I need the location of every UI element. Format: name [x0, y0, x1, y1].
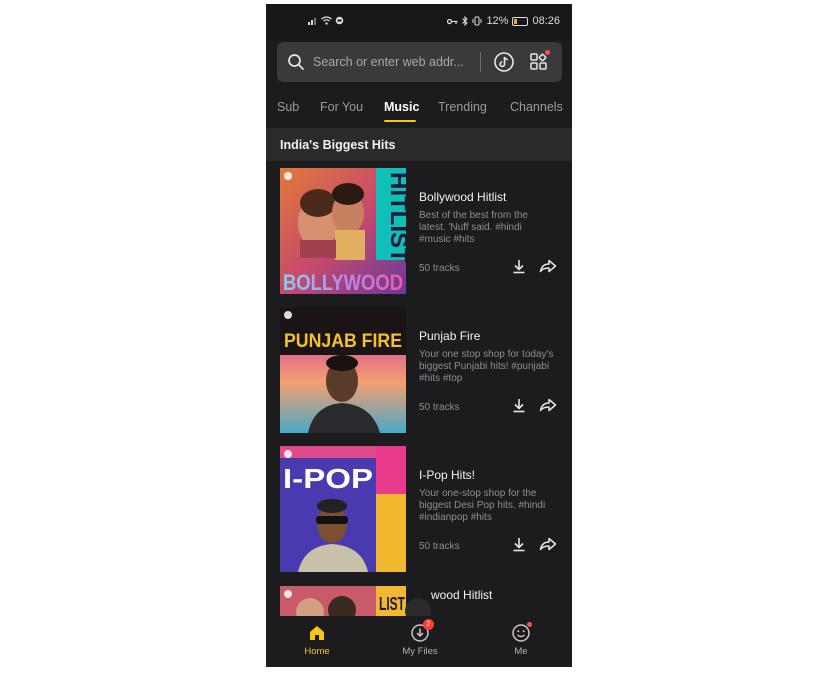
tab-sub[interactable]: Sub: [277, 100, 299, 114]
bluetooth-icon: [462, 16, 469, 26]
status-time: 08:26: [532, 15, 560, 27]
active-tab-indicator: [384, 120, 416, 122]
search-input[interactable]: Search or enter web addr...: [313, 55, 464, 69]
playlist-description: Best of the best from the latest. 'Nuff …: [419, 210, 528, 245]
playlist-title[interactable]: Bollywood Hitlist: [419, 190, 506, 204]
playlist-description: Your one-stop shop for the biggest Desi …: [419, 488, 546, 523]
share-icon[interactable]: [539, 398, 557, 412]
home-icon: [310, 626, 324, 640]
nav-my-files-label: My Files: [402, 646, 438, 657]
playlist-cover[interactable]: PUNJAB FIRE: [280, 307, 406, 433]
apps-button[interactable]: [529, 50, 551, 74]
nav-home-label: Home: [304, 646, 330, 657]
apps-grid-icon: [530, 53, 547, 70]
nav-home[interactable]: Home: [287, 624, 347, 657]
tab-channels[interactable]: Channels: [510, 100, 563, 114]
tiktok-icon[interactable]: [493, 51, 515, 73]
nav-my-files[interactable]: 2 My Files: [390, 619, 450, 657]
battery-icon: [512, 16, 529, 26]
wifi-icon: [321, 16, 332, 25]
playlist-title[interactable]: Punjab Fire: [419, 329, 480, 343]
playlist-item[interactable]: HITLIST BOLLYWOOD Bollywood Hitlist Best…: [266, 168, 572, 294]
nav-me-label: Me: [514, 646, 528, 657]
share-icon[interactable]: [539, 537, 557, 551]
share-icon[interactable]: [539, 259, 557, 273]
phone-screen: 12% 08:26 Search or enter web addr... Su…: [266, 4, 572, 667]
cover-side-text: LIST: [379, 594, 405, 614]
download-icon[interactable]: [511, 536, 527, 552]
cover-art: I-POP: [280, 446, 406, 572]
playlist-item[interactable]: PUNJAB FIRE Punjab Fire Your one stop sh…: [266, 307, 572, 433]
playlist-item[interactable]: I-POP I-Pop Hits! Your one-stop shop for…: [266, 446, 572, 572]
search-divider: [480, 52, 481, 72]
status-bar: 12% 08:26: [266, 4, 572, 40]
status-right: 12% 08:26: [447, 15, 560, 27]
search-bar[interactable]: Search or enter web addr...: [277, 42, 562, 82]
download-icon[interactable]: [511, 258, 527, 274]
track-count: 50 tracks: [419, 541, 460, 552]
playlist-cover[interactable]: LIST: [280, 586, 406, 616]
track-count: 50 tracks: [419, 263, 460, 274]
nav-me[interactable]: Me: [491, 622, 551, 657]
tab-for-you[interactable]: For You: [320, 100, 363, 114]
notification-dot: [527, 622, 532, 627]
search-icon: [288, 54, 304, 70]
notification-dot: [545, 50, 550, 55]
tab-music[interactable]: Music: [384, 100, 419, 114]
cover-art: HITLIST BOLLYWOOD: [280, 168, 406, 294]
playlist-cover[interactable]: I-POP: [280, 446, 406, 572]
key-icon: [447, 18, 458, 24]
category-tabs: Sub For You Music Trending Channels: [266, 94, 572, 126]
hotspot-icon: [335, 16, 344, 25]
status-left-icons: [308, 16, 344, 25]
bottom-nav: Home 2 My Files Me: [266, 616, 572, 667]
cover-side-text: HITLIST: [385, 172, 406, 263]
vibrate-icon: [472, 16, 482, 26]
cover-art: LIST: [280, 586, 406, 616]
playlist-cover[interactable]: HITLIST BOLLYWOOD: [280, 168, 406, 294]
cover-art: PUNJAB FIRE: [280, 307, 406, 433]
cover-main-text: BOLLYWOOD: [283, 270, 403, 294]
cover-main-text: PUNJAB FIRE: [284, 331, 402, 352]
files-badge: 2: [423, 619, 434, 630]
download-icon[interactable]: [511, 397, 527, 413]
cover-main-text: I-POP: [283, 463, 373, 494]
section-header: India's Biggest Hits: [266, 128, 572, 161]
playlist-title[interactable]: I-Pop Hits!: [419, 468, 475, 482]
section-title: India's Biggest Hits: [280, 138, 396, 152]
playlist-description: Your one stop shop for today's biggest P…: [419, 349, 554, 384]
signal-icon: [308, 18, 316, 25]
battery-percent: 12%: [486, 15, 509, 27]
tab-trending[interactable]: Trending: [438, 100, 487, 114]
playlist-title[interactable]: wood Hitlist: [431, 588, 492, 602]
track-count: 50 tracks: [419, 402, 460, 413]
